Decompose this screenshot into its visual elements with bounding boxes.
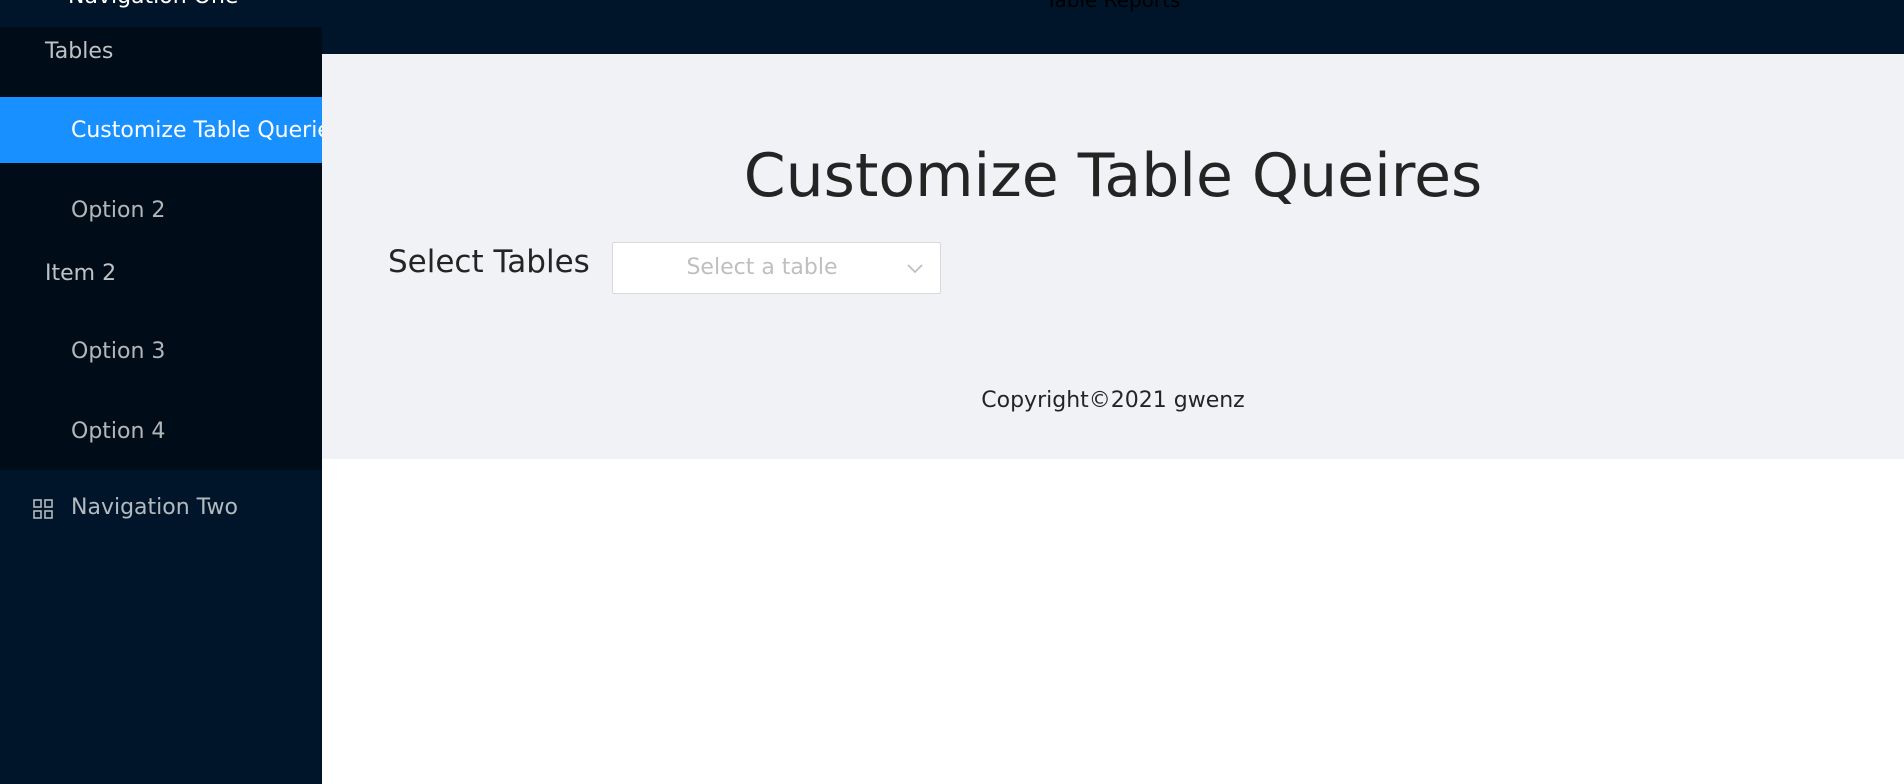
footer-copyright: Copyright©2021 gwenz [981,388,1245,413]
sidebar-item-navigation-two[interactable]: Navigation Two [0,478,322,540]
sidebar-item-label: Option 2 [71,197,166,223]
select-tables-label: Select Tables [388,244,590,280]
top-header: Table Reports [322,0,1904,54]
sidebar-item-label: Option 3 [71,338,166,364]
menu-group-item-2[interactable]: Item 2 [45,261,116,287]
sidebar-item-label: Navigation Two [71,495,238,520]
chevron-down-icon [907,264,923,274]
sidebar-item-label: Option 4 [71,418,166,444]
sidebar-item-option-4[interactable]: Option 4 [0,398,322,464]
sidebar-brand[interactable]: Navigation One [68,0,238,8]
sidebar-top: Navigation One [0,0,322,27]
menu-group-tables[interactable]: Tables [45,39,113,65]
appstore-icon [33,499,53,519]
sidebar-item-option-3[interactable]: Option 3 [0,318,322,384]
main-content: Customize Table Queires Select Tables Se… [322,54,1904,459]
table-select[interactable]: Select a table [612,242,941,294]
table-select-placeholder: Select a table [686,255,838,280]
submenu-expanded: Tables Customize Table Queries Option 2 … [0,27,322,470]
header-title: Table Reports [1045,0,1181,12]
sidebar-item-customize-table-queries[interactable]: Customize Table Queries [0,97,322,163]
sidebar: Navigation One Tables Customize Table Qu… [0,0,322,784]
page-title: Customize Table Queires [743,141,1483,211]
app-root: Navigation One Tables Customize Table Qu… [0,0,1904,784]
sidebar-item-label: Customize Table Queries [71,117,322,143]
sidebar-item-option-2[interactable]: Option 2 [0,177,322,243]
